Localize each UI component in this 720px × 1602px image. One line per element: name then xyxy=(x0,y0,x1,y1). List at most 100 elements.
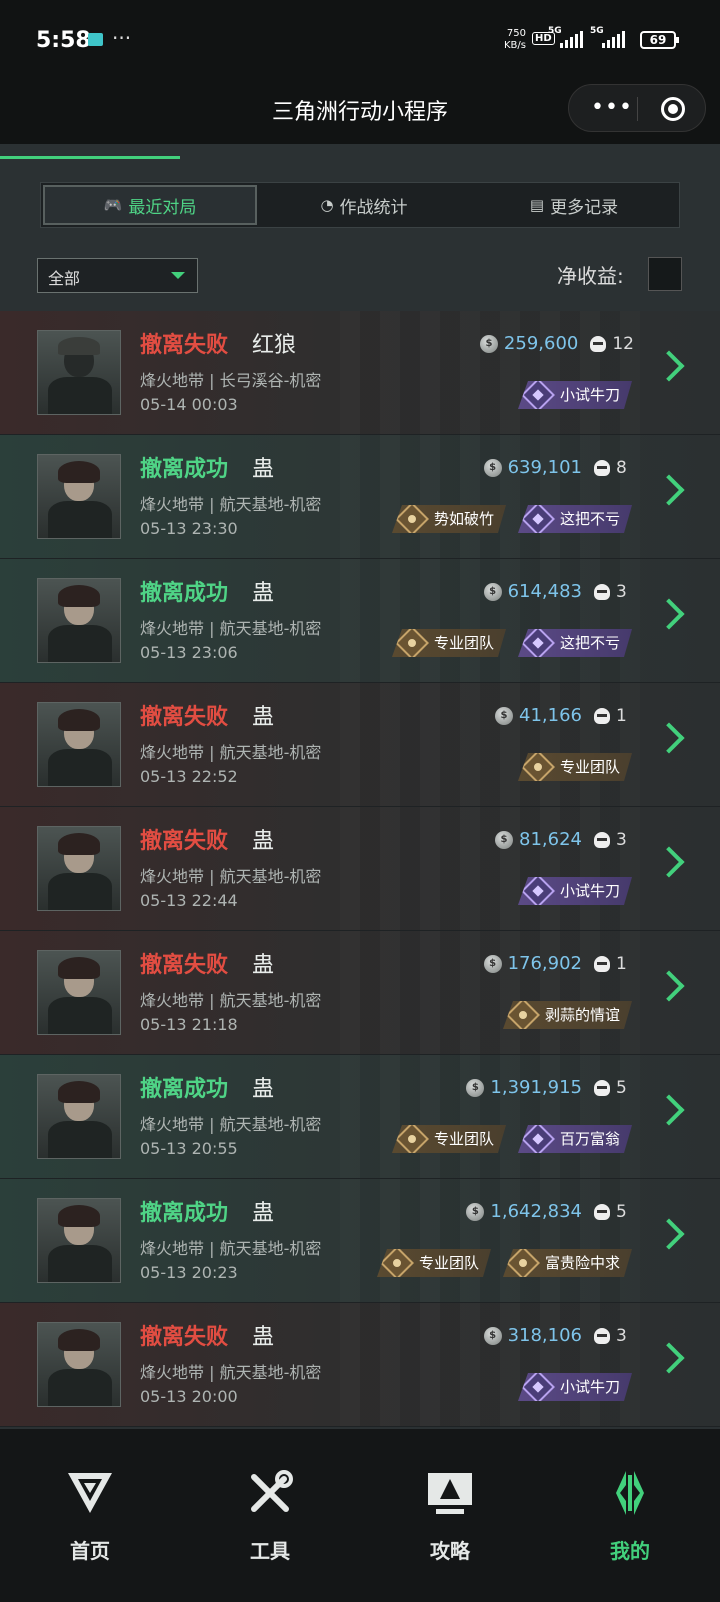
badge-emblem-icon xyxy=(521,750,555,784)
badge-label: 剥蒜的情谊 xyxy=(544,1006,620,1024)
badge-emblem-icon xyxy=(380,1246,414,1280)
chevron-right-icon[interactable] xyxy=(653,846,685,878)
badge-emblem-icon xyxy=(506,1246,540,1280)
badge-emblem-icon xyxy=(521,378,555,412)
tools-icon xyxy=(251,1470,293,1512)
home-logo-icon xyxy=(68,1473,112,1513)
achievement-badge: 小试牛刀 xyxy=(518,381,632,409)
chevron-right-icon[interactable] xyxy=(653,1342,685,1374)
match-row[interactable]: 撤离失败 红狼 烽火地带 | 长弓溪谷-机密 05-14 00:03 $ 259… xyxy=(0,311,720,435)
badge-label: 专业团队 xyxy=(433,1130,494,1148)
extraction-result: 撤离失败 xyxy=(140,705,229,730)
tab-battle-stats[interactable]: ◔ 作战统计 xyxy=(259,183,469,227)
nav-home[interactable]: 首页 xyxy=(0,1429,180,1602)
kill-count: 8 xyxy=(616,457,627,478)
tab-recent-matches[interactable]: 🎮 最近对局 xyxy=(43,185,257,225)
match-row[interactable]: 撤离失败 蛊 烽火地带 | 航天基地-机密 05-13 22:52 $ 41,1… xyxy=(0,683,720,807)
achievement-badge: 专业团队 xyxy=(518,753,632,781)
net-income-checkbox[interactable] xyxy=(648,257,682,291)
match-row[interactable]: 撤离失败 蛊 烽火地带 | 航天基地-机密 05-13 22:44 $ 81,6… xyxy=(0,807,720,931)
kill-count: 3 xyxy=(616,581,627,602)
skull-icon xyxy=(594,1203,610,1220)
coin-icon: $ xyxy=(483,458,502,477)
chevron-right-icon[interactable] xyxy=(653,722,685,754)
match-row[interactable]: 撤离成功 蛊 烽火地带 | 航天基地-机密 05-13 23:06 $ 614,… xyxy=(0,559,720,683)
profile-logo-icon xyxy=(616,1471,644,1515)
match-value: 614,483 xyxy=(507,581,582,602)
chevron-right-icon[interactable] xyxy=(653,474,685,506)
operator-name: 红狼 xyxy=(252,333,297,358)
match-stats: $ 176,902 1 xyxy=(483,953,634,974)
map-info: 烽火地带 | 长弓溪谷-机密 xyxy=(140,371,322,390)
badge-label: 富贵险中求 xyxy=(544,1254,620,1272)
filter-selected-value: 全部 xyxy=(48,269,81,288)
tab-label: 作战统计 xyxy=(339,197,408,218)
match-row[interactable]: 撤离成功 蛊 烽火地带 | 航天基地-机密 05-13 20:55 $ 1,39… xyxy=(0,1055,720,1179)
match-stats: $ 81,624 3 xyxy=(495,829,634,850)
kill-count: 1 xyxy=(616,705,627,726)
badge-label: 专业团队 xyxy=(433,634,494,652)
kill-count: 5 xyxy=(616,1201,627,1222)
extraction-result: 撤离成功 xyxy=(140,457,229,482)
badge-list: 势如破竹 这把不亏 xyxy=(392,505,632,533)
chevron-down-icon xyxy=(171,272,185,279)
guide-monitor-icon xyxy=(428,1473,472,1514)
avatar xyxy=(37,578,121,663)
match-value: 1,642,834 xyxy=(490,1201,582,1222)
pie-chart-icon: ◔ xyxy=(320,196,334,214)
chevron-right-icon[interactable] xyxy=(653,1094,685,1126)
chevron-right-icon[interactable] xyxy=(653,970,685,1002)
kill-count: 3 xyxy=(616,829,627,850)
more-options-button[interactable]: ••• xyxy=(591,95,633,120)
avatar xyxy=(37,1322,121,1407)
badge-emblem-icon xyxy=(521,1122,555,1156)
nav-profile[interactable]: 我的 xyxy=(540,1429,720,1602)
nav-tools[interactable]: 工具 xyxy=(180,1429,360,1602)
operator-name: 蛊 xyxy=(252,457,275,482)
badge-label: 这把不亏 xyxy=(559,634,620,652)
match-time: 05-13 23:30 xyxy=(140,519,238,538)
match-row[interactable]: 撤离成功 蛊 烽火地带 | 航天基地-机密 05-13 20:23 $ 1,64… xyxy=(0,1179,720,1303)
extraction-result: 撤离失败 xyxy=(140,1325,229,1350)
operator-name: 蛊 xyxy=(252,705,275,730)
skull-icon xyxy=(590,335,607,352)
badge-list: 专业团队 富贵险中求 xyxy=(377,1249,632,1277)
match-stats: $ 614,483 3 xyxy=(483,581,634,602)
match-row[interactable]: 撤离成功 蛊 烽火地带 | 航天基地-机密 05-13 23:30 $ 639,… xyxy=(0,435,720,559)
nav-label: 首页 xyxy=(70,1539,110,1563)
badge-label: 这把不亏 xyxy=(559,510,620,528)
match-time: 05-13 23:06 xyxy=(140,643,238,662)
badge-label: 小试牛刀 xyxy=(559,386,620,404)
badge-emblem-icon xyxy=(521,1370,555,1404)
chevron-right-icon[interactable] xyxy=(653,1218,685,1250)
badge-label: 小试牛刀 xyxy=(559,882,620,900)
badge-list: 剥蒜的情谊 xyxy=(503,1001,632,1029)
match-time: 05-14 00:03 xyxy=(140,395,238,414)
capsule-menu: ••• xyxy=(568,84,706,132)
badge-list: 小试牛刀 xyxy=(518,877,632,905)
avatar xyxy=(37,330,121,415)
tab-more-records[interactable]: ▤ 更多记录 xyxy=(469,183,679,227)
badge-list: 专业团队 百万富翁 xyxy=(392,1125,632,1153)
mode-filter-dropdown[interactable]: 全部 xyxy=(37,258,198,293)
match-row[interactable]: 撤离失败 蛊 烽火地带 | 航天基地-机密 05-13 21:18 $ 176,… xyxy=(0,931,720,1055)
battery-icon: 69 xyxy=(640,31,679,49)
mini-program-titlebar: 三角洲行动小程序 ••• xyxy=(0,80,720,144)
badge-emblem-icon xyxy=(506,998,540,1032)
nav-guide[interactable]: 攻略 xyxy=(360,1429,540,1602)
badge-label: 专业团队 xyxy=(418,1254,479,1272)
skull-icon xyxy=(594,955,610,972)
avatar xyxy=(37,826,121,911)
match-value: 639,101 xyxy=(507,457,582,478)
badge-list: 专业团队 xyxy=(518,753,632,781)
chevron-right-icon[interactable] xyxy=(653,598,685,630)
match-row[interactable]: 撤离失败 蛊 烽火地带 | 航天基地-机密 05-13 20:00 $ 318,… xyxy=(0,1303,720,1427)
map-info: 烽火地带 | 航天基地-机密 xyxy=(140,991,322,1010)
achievement-badge: 这把不亏 xyxy=(518,505,632,533)
close-miniprogram-button[interactable] xyxy=(661,97,685,121)
gamepad-icon: 🎮 xyxy=(103,196,123,214)
badge-list: 小试牛刀 xyxy=(518,381,632,409)
chevron-right-icon[interactable] xyxy=(653,350,685,382)
map-info: 烽火地带 | 航天基地-机密 xyxy=(140,1115,322,1134)
match-value: 1,391,915 xyxy=(490,1077,582,1098)
